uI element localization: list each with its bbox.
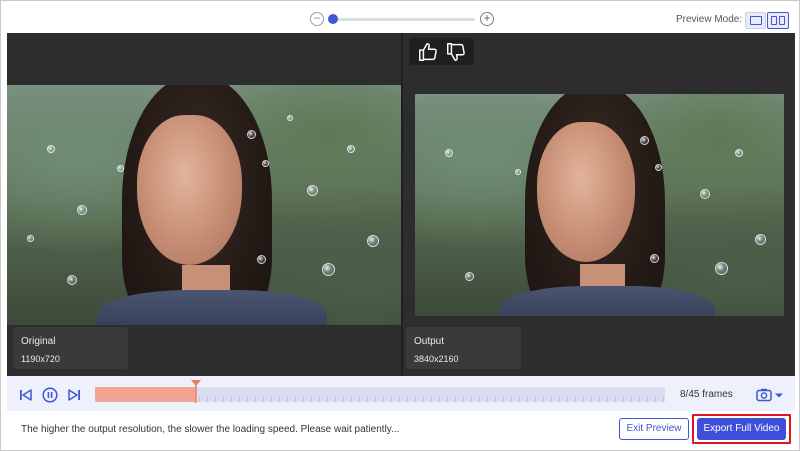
next-frame-icon[interactable] <box>66 387 82 403</box>
exit-preview-button[interactable]: Exit Preview <box>619 418 689 440</box>
pause-icon[interactable] <box>42 387 58 403</box>
timeline-bar: 8/45 frames <box>7 376 795 411</box>
original-info-tag: Original 1190x720 <box>13 327 128 369</box>
split-view-button[interactable] <box>767 12 789 29</box>
split-view-icon-half <box>779 16 785 25</box>
previous-frame-icon[interactable] <box>18 387 34 403</box>
playhead-marker[interactable] <box>191 380 202 404</box>
single-view-icon <box>750 16 762 25</box>
frame-timeline-track[interactable] <box>95 387 665 402</box>
rating-bar <box>409 38 474 65</box>
preview-area: Original 1190x720 Output 3840x2160 <box>7 33 795 376</box>
top-toolbar: − + Preview Mode: <box>7 5 795 33</box>
output-resolution: 3840x2160 <box>414 354 459 364</box>
zoom-out-icon[interactable]: − <box>310 12 324 26</box>
timeline-ticks <box>95 397 665 402</box>
original-preview-pane: Original 1190x720 <box>7 33 401 376</box>
thumbs-down-icon[interactable] <box>445 41 467 63</box>
output-video-frame <box>415 94 784 316</box>
thumbs-up-icon[interactable] <box>417 41 439 63</box>
output-info-tag: Output 3840x2160 <box>406 327 521 369</box>
original-resolution: 1190x720 <box>21 354 60 364</box>
footer-bar: The higher the output resolution, the sl… <box>7 411 795 448</box>
zoom-slider-thumb[interactable] <box>328 14 338 24</box>
loading-hint-text: The higher the output resolution, the sl… <box>21 424 400 435</box>
output-preview-pane: Output 3840x2160 <box>403 33 795 376</box>
preview-mode-label: Preview Mode: <box>676 14 743 25</box>
output-label: Output <box>414 336 445 347</box>
frame-counter: 8/45 frames <box>680 389 733 400</box>
original-label: Original <box>21 336 56 347</box>
zoom-in-icon[interactable]: + <box>480 12 494 26</box>
snapshot-icon[interactable] <box>756 388 784 402</box>
app-window: − + Preview Mode: Original 1190x720 Outp… <box>0 0 800 451</box>
split-view-icon <box>771 16 777 25</box>
zoom-slider-track[interactable] <box>332 18 475 21</box>
single-view-button[interactable] <box>745 12 766 29</box>
export-full-video-button[interactable]: Export Full Video <box>697 418 786 440</box>
original-video-frame <box>7 85 401 325</box>
